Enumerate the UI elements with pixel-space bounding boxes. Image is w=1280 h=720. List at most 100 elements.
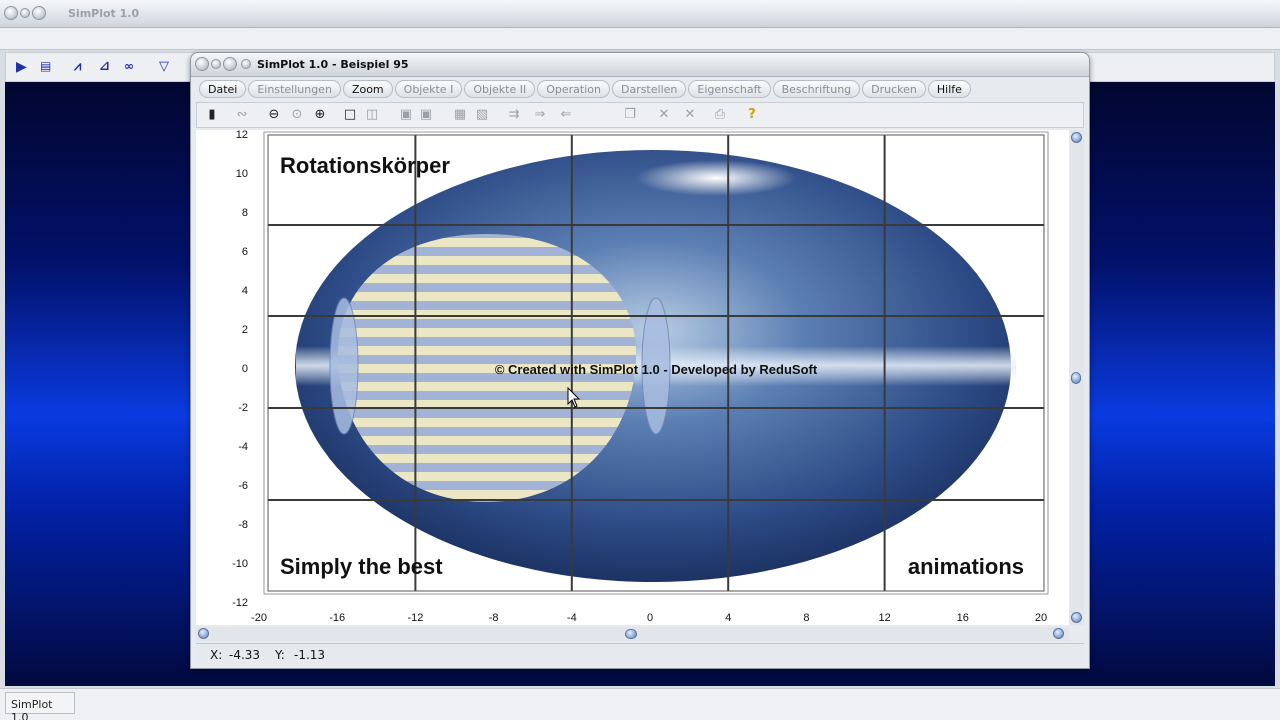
plot-bottom-left-text: Simply the best (280, 554, 443, 579)
graph-point-icon[interactable]: ⊿ (99, 59, 110, 74)
scroll-up-icon[interactable] (1071, 132, 1082, 143)
plot-window-titlebar[interactable]: SimPlot 1.0 - Beispiel 95 (191, 53, 1089, 77)
menu-objekte-2[interactable]: Objekte II (464, 80, 536, 98)
menu-darstellen[interactable]: Darstellen (611, 80, 687, 98)
x-coord-label: X: (210, 648, 223, 662)
copy-icon[interactable]: ❐ (621, 106, 639, 124)
y-tick-label: -8 (238, 519, 248, 531)
main-titlebar: SimPlot 1.0 (0, 0, 1280, 28)
plot-watermark: © Created with SimPlot 1.0 - Developed b… (495, 362, 818, 377)
menu-operation[interactable]: Operation (537, 80, 610, 98)
menu-objekte-1[interactable]: Objekte I (394, 80, 463, 98)
left-cap (329, 297, 359, 435)
menu-hilfe[interactable]: Hilfe (927, 80, 971, 98)
arrow-right-icon[interactable]: ⇒ (531, 106, 549, 124)
filter-icon[interactable]: ▽ (159, 59, 169, 74)
y-tick-label: 6 (242, 246, 248, 258)
table-grid-icon[interactable]: ▦ (451, 106, 469, 124)
minimize-icon[interactable] (20, 8, 30, 18)
x-tick-label: 4 (725, 612, 731, 624)
x-coord-value: -4.33 (229, 648, 261, 662)
link-icon[interactable]: ∾ (233, 106, 251, 124)
main-window-title: SimPlot 1.0 (68, 7, 140, 20)
status-label: SimPlot 1.0 (5, 692, 75, 720)
main-menubar (0, 28, 1280, 50)
y-tick-label: -2 (238, 402, 248, 414)
zero-graph-icon[interactable]: ∞ (124, 59, 134, 73)
y-tick-label: 2 (242, 324, 248, 336)
close-icon[interactable] (4, 6, 18, 20)
main-statusbar: SimPlot 1.0 (0, 688, 1280, 720)
y-tick-label: 12 (236, 130, 248, 141)
y-tick-label: 0 (242, 363, 248, 375)
plot-window-title: SimPlot 1.0 - Beispiel 95 (257, 58, 409, 71)
horizontal-scrollbar[interactable] (196, 627, 1069, 641)
x-tick-label: 8 (803, 612, 809, 624)
play-icon[interactable]: ▶ (16, 59, 27, 75)
scroll-right-icon[interactable] (1053, 628, 1064, 639)
vertical-scroll-thumb[interactable] (1071, 372, 1081, 384)
plot-svg: 121086420-2-4-6-8-10-12 -20 -16 -12 -8 -4 0 4 8… (232, 129, 1049, 624)
close-icon[interactable] (195, 57, 209, 71)
y-tick-label: 10 (236, 168, 248, 180)
plot-toolbar: ▮ ∾ ⊖ ⊙ ⊕ □ ◫ ▣ ▣ ▦ ▧ ⇉ ⇒ ⇐ ❐ ✕ ✕ ⎙ ? (196, 102, 1084, 128)
plot-title: Rotationskörper (280, 153, 450, 178)
zoom-icon[interactable]: ⊙ (288, 106, 306, 124)
graph-icon[interactable]: ⩘ (74, 59, 81, 74)
y-coord-value: -1.13 (294, 648, 326, 662)
menu-eigenschaft[interactable]: Eigenschaft (688, 80, 771, 98)
arrow-left-icon[interactable]: ⇐ (557, 106, 575, 124)
menu-drucken[interactable]: Drucken (862, 80, 926, 98)
x-tick-label: 0 (647, 612, 653, 624)
x-tick-label: -8 (489, 612, 499, 624)
x-tick-label: -12 (407, 612, 423, 624)
y-tick-label: -10 (232, 558, 248, 570)
plot-menubar: Datei Einstellungen Zoom Objekte I Objek… (199, 80, 971, 100)
window-controls (4, 6, 46, 20)
table-edit-icon[interactable]: ▧ (473, 106, 491, 124)
x-tick-label: -20 (251, 612, 267, 624)
maximize-icon[interactable] (223, 57, 237, 71)
plot-canvas[interactable]: 12 10 8 6 4 2 0 -2 -4 -6 -8 -10 -12 -20 -16 -12 -8 -4 0 4 8… (196, 129, 1069, 625)
y-coord-label: Y: (275, 648, 285, 662)
plot-bottom-right-text: animations (908, 554, 1024, 579)
calculator-icon[interactable]: ▮ (203, 106, 221, 124)
copy-a-icon[interactable]: ▣ (397, 106, 415, 124)
restore-icon[interactable] (241, 59, 251, 69)
move-icon[interactable]: ⇉ (505, 106, 523, 124)
menu-datei[interactable]: Datei (199, 80, 247, 98)
help-icon[interactable]: ? (743, 106, 761, 124)
minimize-icon[interactable] (211, 59, 221, 69)
menu-zoom[interactable]: Zoom (342, 80, 393, 98)
specular-highlight (636, 160, 796, 196)
y-tick-label: 8 (242, 207, 248, 219)
cross-icon[interactable]: ✕ (655, 106, 673, 124)
x-tick-label: 12 (878, 612, 890, 624)
vertical-scrollbar[interactable] (1070, 130, 1084, 625)
y-tick-label: -6 (238, 480, 248, 492)
maximize-icon[interactable] (32, 6, 46, 20)
scroll-down-icon[interactable] (1071, 612, 1082, 623)
coordinate-bar: X: -4.33 Y: -1.13 (196, 643, 1084, 665)
zoom-out-icon[interactable]: ⊖ (265, 106, 283, 124)
zoom-in-icon[interactable]: ⊕ (311, 106, 329, 124)
plot-window-controls (195, 57, 251, 71)
cross2-icon[interactable]: ✕ (681, 106, 699, 124)
square-icon[interactable]: □ (341, 106, 359, 124)
menu-einstellungen[interactable]: Einstellungen (248, 80, 341, 98)
menu-beschriftung[interactable]: Beschriftung (772, 80, 861, 98)
plot-window: SimPlot 1.0 - Beispiel 95 Datei Einstell… (190, 52, 1090, 669)
y-tick-label: 4 (242, 285, 248, 297)
y-tick-label: -4 (238, 441, 248, 453)
table-icon[interactable]: ▤ (40, 59, 51, 73)
copy-b-icon[interactable]: ▣ (417, 106, 435, 124)
dual-square-icon[interactable]: ◫ (363, 106, 381, 124)
y-tick-label: -12 (232, 597, 248, 609)
print-icon[interactable]: ⎙ (711, 106, 729, 124)
scroll-left-icon[interactable] (198, 628, 209, 639)
horizontal-scroll-thumb[interactable] (625, 629, 637, 639)
y-axis-ticks: 12 10 8 6 4 2 0 -2 -4 -6 -8 -10 -12 (232, 129, 248, 609)
x-tick-label: -16 (329, 612, 345, 624)
x-axis-ticks: -20 -16 -12 -8 -4 0 4 8 12 16 20 (251, 612, 1047, 624)
x-tick-label: 20 (1035, 612, 1047, 624)
